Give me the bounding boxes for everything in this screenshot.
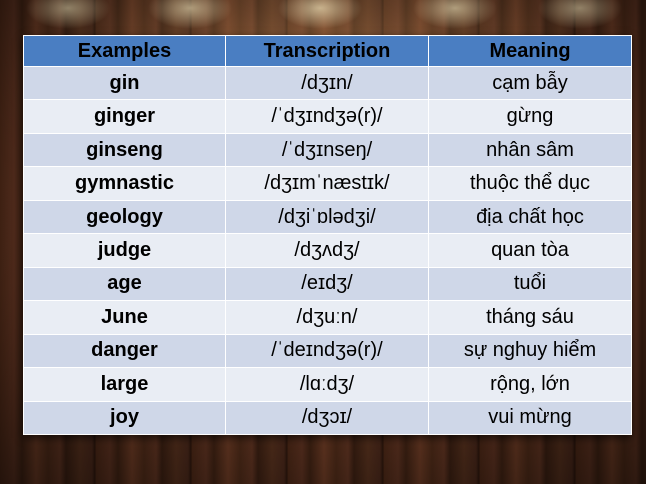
- example-word: large: [23, 367, 226, 402]
- transcription: /dʒiˈɒlədʒi/: [225, 199, 429, 235]
- transcription: /eɪdʒ/: [225, 266, 429, 302]
- table-header-row: Examples Transcription Meaning: [23, 35, 632, 67]
- meaning: địa chất học: [428, 199, 632, 235]
- example-word: gymnastic: [23, 166, 226, 201]
- header-examples: Examples: [23, 35, 226, 67]
- vocabulary-table: Examples Transcription Meaning gin /dʒɪn…: [23, 35, 632, 436]
- table-row: gymnastic /dʒɪmˈnæstɪk/ thuộc thể dục: [23, 166, 632, 201]
- table-row: ginseng /ˈdʒɪnseŋ/ nhân sâm: [23, 132, 632, 168]
- meaning: quan tòa: [428, 233, 632, 268]
- meaning: tháng sáu: [428, 300, 632, 335]
- example-word: joy: [23, 400, 226, 436]
- meaning: sự nghuy hiểm: [428, 333, 632, 369]
- table-row: judge /dʒʌdʒ/ quan tòa: [23, 233, 632, 268]
- table-row: June /dʒuːn/ tháng sáu: [23, 300, 632, 335]
- transcription: /ˈdʒɪnseŋ/: [225, 132, 429, 168]
- example-word: gin: [23, 65, 226, 101]
- meaning: tuổi: [428, 266, 632, 302]
- meaning: nhân sâm: [428, 132, 632, 168]
- meaning: gừng: [428, 99, 632, 134]
- table-row: gin /dʒɪn/ cạm bẫy: [23, 65, 632, 101]
- transcription: /dʒʌdʒ/: [225, 233, 429, 268]
- transcription: /ˈdeɪndʒə(r)/: [225, 333, 429, 369]
- transcription: /dʒɪn/: [225, 65, 429, 101]
- header-meaning: Meaning: [428, 35, 632, 67]
- example-word: ginger: [23, 99, 226, 134]
- transcription: /ˈdʒɪndʒə(r)/: [225, 99, 429, 134]
- meaning: thuộc thể dục: [428, 166, 632, 201]
- transcription: /dʒɔɪ/: [225, 400, 429, 436]
- table-row: joy /dʒɔɪ/ vui mừng: [23, 400, 632, 436]
- example-word: June: [23, 300, 226, 335]
- table-row: age /eɪdʒ/ tuổi: [23, 266, 632, 302]
- example-word: judge: [23, 233, 226, 268]
- vocabulary-table-container: Examples Transcription Meaning gin /dʒɪn…: [23, 35, 632, 436]
- example-word: age: [23, 266, 226, 302]
- table-row: danger /ˈdeɪndʒə(r)/ sự nghuy hiểm: [23, 333, 632, 369]
- example-word: geology: [23, 199, 226, 235]
- transcription: /dʒɪmˈnæstɪk/: [225, 166, 429, 201]
- example-word: ginseng: [23, 132, 226, 168]
- transcription: /lɑːdʒ/: [225, 367, 429, 402]
- table-row: geology /dʒiˈɒlədʒi/ địa chất học: [23, 199, 632, 235]
- meaning: cạm bẫy: [428, 65, 632, 101]
- transcription: /dʒuːn/: [225, 300, 429, 335]
- meaning: vui mừng: [428, 400, 632, 436]
- table-row: large /lɑːdʒ/ rộng, lớn: [23, 367, 632, 402]
- header-transcription: Transcription: [225, 35, 429, 67]
- meaning: rộng, lớn: [428, 367, 632, 402]
- example-word: danger: [23, 333, 226, 369]
- table-row: ginger /ˈdʒɪndʒə(r)/ gừng: [23, 99, 632, 134]
